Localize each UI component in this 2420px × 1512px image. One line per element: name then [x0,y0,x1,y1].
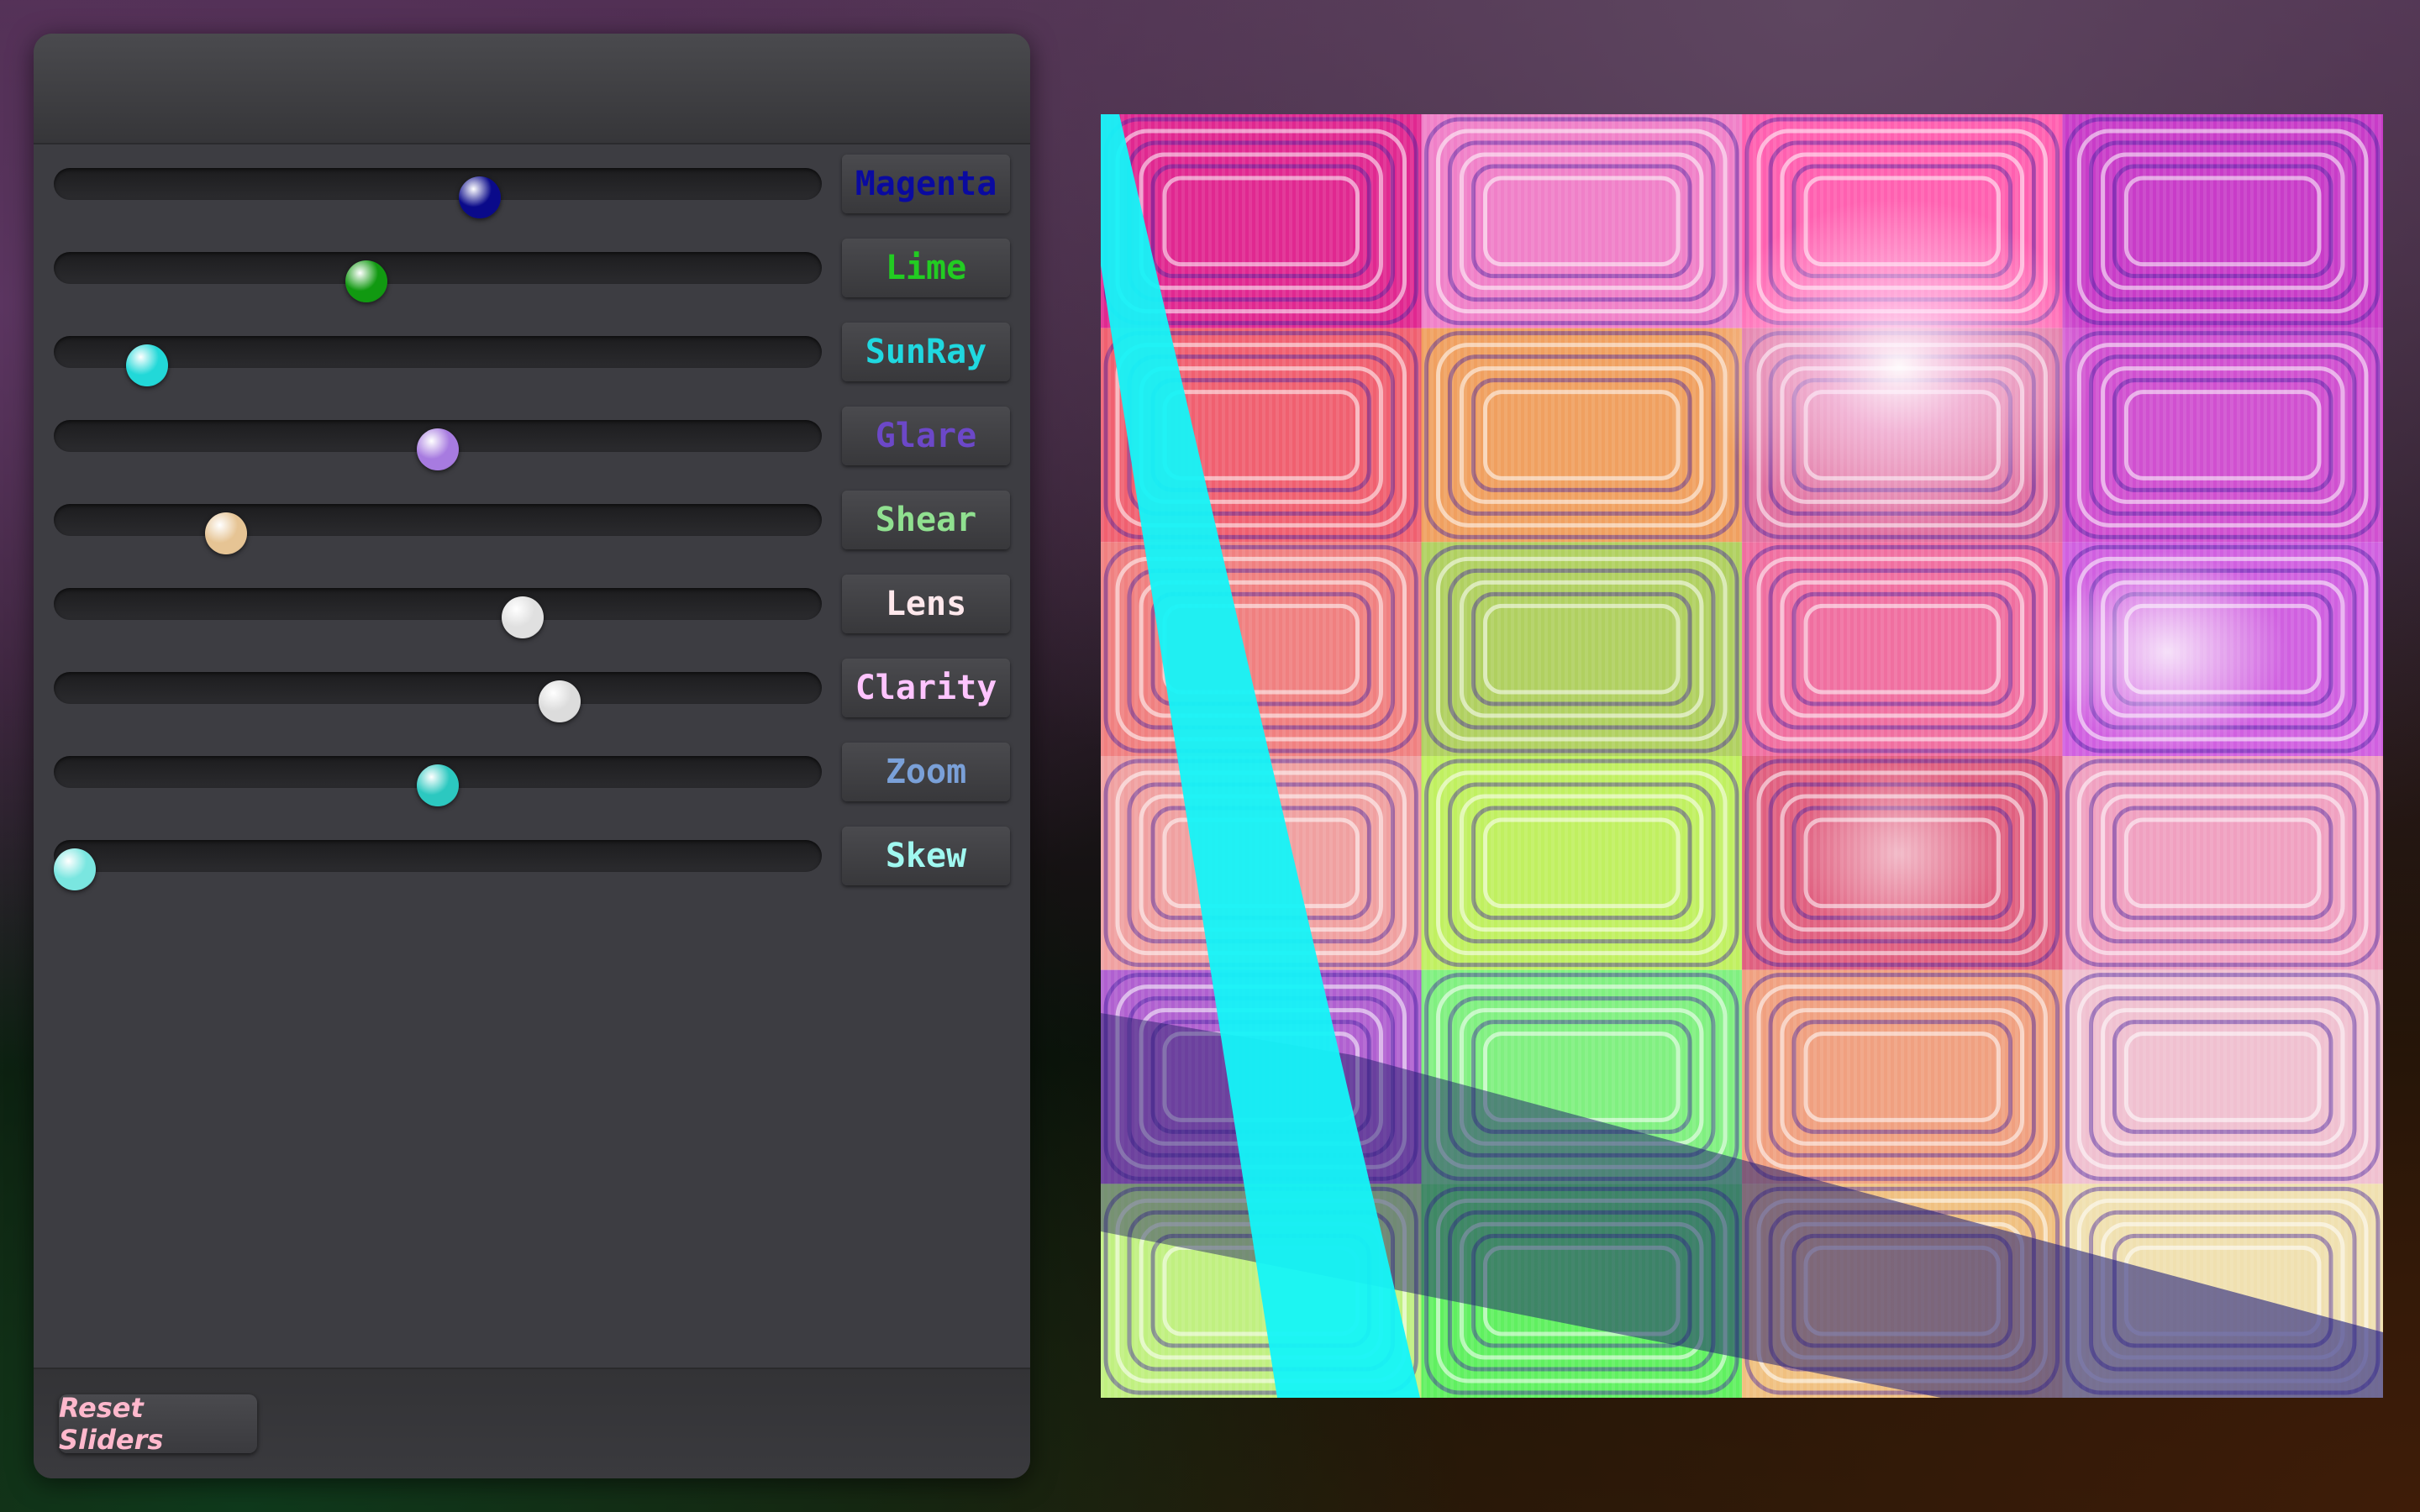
slider-thumb-lime[interactable] [345,260,387,302]
slider-row-glare: Glare [54,407,1012,470]
slider-track-lens[interactable] [54,588,822,638]
control-panel: Magenta Lime SunRay Glare Shear Lens Cla… [34,34,1030,1478]
slider-thumb-glare[interactable] [417,428,459,470]
slider-row-shear: Shear [54,491,1012,554]
slider-label-skew[interactable]: Skew [842,827,1010,885]
reset-sliders-button[interactable]: Reset Sliders [59,1392,257,1456]
slider-track-shear[interactable] [54,504,822,554]
slider-row-lime: Lime [54,239,1012,302]
slider-row-zoom: Zoom [54,743,1012,806]
slider-row-lens: Lens [54,575,1012,638]
slider-label-zoom[interactable]: Zoom [842,743,1010,801]
slider-label-shear[interactable]: Shear [842,491,1010,549]
slider-track-magenta[interactable] [54,168,822,218]
slider-row-magenta: Magenta [54,155,1012,218]
panel-header [34,34,1030,144]
slider-row-skew: Skew [53,827,1012,890]
slider-thumb-clarity[interactable] [539,680,581,722]
slider-thumb-zoom[interactable] [417,764,459,806]
panel-footer: Reset Sliders [34,1368,1030,1478]
render-canvas[interactable] [1101,114,2383,1398]
slider-row-sunray: SunRay [54,323,1012,386]
slider-thumb-skew[interactable] [53,848,96,890]
render-image [1101,114,2383,1398]
slider-label-lime[interactable]: Lime [842,239,1010,297]
slider-label-glare[interactable]: Glare [842,407,1010,465]
slider-label-sunray[interactable]: SunRay [842,323,1010,381]
slider-track-skew[interactable] [53,840,822,890]
slider-thumb-lens[interactable] [502,596,544,638]
slider-label-lens[interactable]: Lens [842,575,1010,633]
slider-row-clarity: Clarity [54,659,1012,722]
slider-thumb-sunray[interactable] [125,344,168,386]
slider-thumb-magenta[interactable] [459,176,502,218]
slider-track-glare[interactable] [54,420,822,470]
slider-track-clarity[interactable] [54,672,822,722]
slider-label-clarity[interactable]: Clarity [842,659,1010,717]
slider-track-sunray[interactable] [54,336,822,386]
slider-track-zoom[interactable] [54,756,822,806]
slider-track-lime[interactable] [54,252,822,302]
slider-thumb-shear[interactable] [204,512,247,554]
slider-label-magenta[interactable]: Magenta [842,155,1010,213]
